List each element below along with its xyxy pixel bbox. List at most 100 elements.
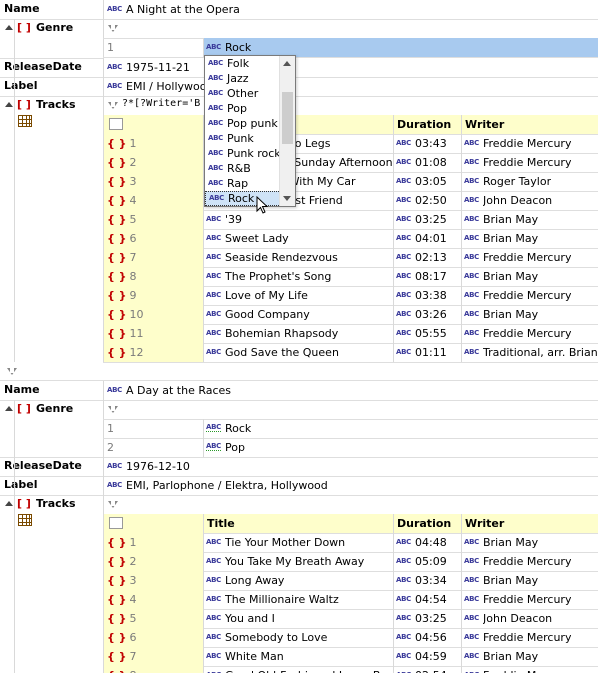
track-index[interactable]: { } 7 bbox=[103, 248, 203, 267]
name-value[interactable]: ABC A Night at the Opera bbox=[103, 0, 598, 19]
track-index[interactable]: { } 10 bbox=[103, 305, 203, 324]
track-writer[interactable]: ABCFreddie Mercury bbox=[461, 286, 598, 305]
track-title[interactable]: ABC Seaside Rendezvous bbox=[203, 248, 393, 267]
track-writer[interactable]: ABCFreddie Mercury bbox=[461, 666, 598, 673]
column-header-writer[interactable]: Writer bbox=[461, 115, 598, 134]
track-writer[interactable]: ABC Traditional, arr. Brian May bbox=[461, 343, 598, 362]
track-writer[interactable]: ABC John Deacon bbox=[461, 191, 598, 210]
track-index[interactable]: { } 3 bbox=[103, 571, 203, 590]
track-index[interactable]: { } 2 bbox=[103, 153, 203, 172]
track-writer[interactable]: ABC Brian May bbox=[461, 305, 598, 324]
track-writer[interactable]: ABC Brian May bbox=[461, 210, 598, 229]
track-index[interactable]: { } 4 bbox=[103, 590, 203, 609]
track-title[interactable]: ABC Sweet Lady bbox=[203, 229, 393, 248]
track-writer[interactable]: ABCFreddie Mercury bbox=[461, 324, 598, 343]
scroll-down-arrow-icon[interactable] bbox=[283, 196, 291, 201]
track-title[interactable]: ABC Somebody to Love bbox=[203, 628, 393, 647]
track-title[interactable]: ABC Love of My Life bbox=[203, 286, 393, 305]
track-duration[interactable]: ABC 04:59 bbox=[393, 647, 461, 666]
track-writer[interactable]: ABCFreddie Mercury bbox=[461, 153, 598, 172]
track-duration[interactable]: ABC 02:50 bbox=[393, 191, 461, 210]
track-writer[interactable]: ABCFreddie Mercury bbox=[461, 248, 598, 267]
scroll-thumb[interactable] bbox=[282, 92, 293, 144]
track-index[interactable]: { } 3 bbox=[103, 172, 203, 191]
track-title[interactable]: ABCGood Old-Fashioned Lover Boy bbox=[203, 666, 393, 673]
table-view-icon[interactable] bbox=[18, 514, 32, 526]
track-writer[interactable]: ABC Brian May bbox=[461, 267, 598, 286]
track-duration[interactable]: ABC 03:38 bbox=[393, 286, 461, 305]
dropdown-scrollbar[interactable] bbox=[279, 56, 295, 206]
collapse-triangle-icon[interactable] bbox=[5, 501, 13, 506]
scroll-up-arrow-icon[interactable] bbox=[283, 61, 291, 66]
track-duration[interactable]: ABC 01:08 bbox=[393, 153, 461, 172]
track-title[interactable]: ABC White Man bbox=[203, 647, 393, 666]
filter-icon[interactable] bbox=[108, 500, 118, 508]
track-index[interactable]: { } 1 bbox=[103, 533, 203, 552]
track-index[interactable]: { } 5 bbox=[103, 609, 203, 628]
track-index[interactable]: { }8 bbox=[103, 267, 203, 286]
track-duration[interactable]: ABC 03:05 bbox=[393, 172, 461, 191]
track-duration[interactable]: ABC 05:09 bbox=[393, 552, 461, 571]
track-duration[interactable]: ABC 03:25 bbox=[393, 210, 461, 229]
track-duration[interactable]: ABC02:54 bbox=[393, 666, 461, 673]
track-duration[interactable]: ABC 04:01 bbox=[393, 229, 461, 248]
track-title[interactable]: ABC '39 bbox=[203, 210, 393, 229]
track-index[interactable]: { } 4 bbox=[103, 191, 203, 210]
track-duration[interactable]: ABC 03:26 bbox=[393, 305, 461, 324]
track-duration[interactable]: ABC 01:11 bbox=[393, 343, 461, 362]
track-writer[interactable]: ABCFreddie Mercury bbox=[461, 134, 598, 153]
filter-icon[interactable] bbox=[108, 101, 118, 109]
genre-value[interactable]: ABC Pop bbox=[203, 438, 598, 457]
track-duration[interactable]: ABC 03:43 bbox=[393, 134, 461, 153]
name-value[interactable]: ABC A Day at the Races bbox=[103, 381, 598, 400]
genre-dropdown-list[interactable]: ABC Folk ABC Jazz ABC Other ABC Pop ABC Pop punk A… bbox=[204, 55, 296, 207]
releasedate-value[interactable]: ABC 1975-11-21 bbox=[103, 58, 598, 77]
track-title[interactable]: ABC Long Away bbox=[203, 571, 393, 590]
track-index[interactable]: { } 2 bbox=[103, 552, 203, 571]
track-duration[interactable]: ABC 03:34 bbox=[393, 571, 461, 590]
track-duration[interactable]: ABC 04:48 bbox=[393, 533, 461, 552]
track-duration[interactable]: ABC 02:13 bbox=[393, 248, 461, 267]
track-duration[interactable]: ABC 04:54 bbox=[393, 590, 461, 609]
track-duration[interactable]: ABC 08:17 bbox=[393, 267, 461, 286]
filter-expression[interactable]: ?*[?Writer='B bbox=[122, 98, 200, 109]
collapse-triangle-icon[interactable] bbox=[5, 25, 13, 30]
table-corner-icon[interactable] bbox=[109, 517, 123, 529]
track-title[interactable]: ABC Bohemian Rhapsody bbox=[203, 324, 393, 343]
track-writer[interactable]: ABC Brian May bbox=[461, 647, 598, 666]
track-index[interactable]: { } 9 bbox=[103, 286, 203, 305]
track-writer[interactable]: ABC John Deacon bbox=[461, 609, 598, 628]
track-index[interactable]: { } 5 bbox=[103, 210, 203, 229]
label-value[interactable]: ABC EMI, Parlophone / Elektra, Hollywood bbox=[103, 476, 598, 495]
track-title[interactable]: ABC The Prophet's Song bbox=[203, 267, 393, 286]
track-title[interactable]: ABC You and I bbox=[203, 609, 393, 628]
track-title[interactable]: ABC Good Company bbox=[203, 305, 393, 324]
track-index[interactable]: { } 12 bbox=[103, 343, 203, 362]
track-index[interactable]: { } 6 bbox=[103, 229, 203, 248]
label-value[interactable]: ABC EMI / Hollywood bbox=[103, 77, 598, 96]
track-title[interactable]: ABC You Take My Breath Away bbox=[203, 552, 393, 571]
track-writer[interactable]: ABC Brian May bbox=[461, 571, 598, 590]
track-index[interactable]: { } 7 bbox=[103, 647, 203, 666]
filter-icon[interactable] bbox=[108, 405, 118, 413]
table-view-icon[interactable] bbox=[18, 115, 32, 127]
genre-value[interactable]: ABC Rock bbox=[203, 419, 598, 438]
column-header-duration[interactable]: Duration bbox=[393, 514, 461, 533]
column-header-writer[interactable]: Writer bbox=[461, 514, 598, 533]
collapse-triangle-icon[interactable] bbox=[5, 406, 13, 411]
track-title[interactable]: ABC Tie Your Mother Down bbox=[203, 533, 393, 552]
track-writer[interactable]: ABC Roger Taylor bbox=[461, 172, 598, 191]
track-writer[interactable]: ABCFreddie Mercury bbox=[461, 628, 598, 647]
track-writer[interactable]: ABC Brian May bbox=[461, 229, 598, 248]
column-header-duration[interactable]: Duration bbox=[393, 115, 461, 134]
releasedate-value[interactable]: ABC 1976-12-10 bbox=[103, 457, 598, 476]
track-index[interactable]: { } 6 bbox=[103, 628, 203, 647]
track-duration[interactable]: ABC 03:25 bbox=[393, 609, 461, 628]
track-title[interactable]: ABC God Save the Queen bbox=[203, 343, 393, 362]
track-writer[interactable]: ABCFreddie Mercury bbox=[461, 590, 598, 609]
filter-icon[interactable] bbox=[7, 367, 17, 375]
track-index[interactable]: { }8 bbox=[103, 666, 203, 673]
track-duration[interactable]: ABC 05:55 bbox=[393, 324, 461, 343]
track-index[interactable]: { } 11 bbox=[103, 324, 203, 343]
track-writer[interactable]: ABC Brian May bbox=[461, 533, 598, 552]
